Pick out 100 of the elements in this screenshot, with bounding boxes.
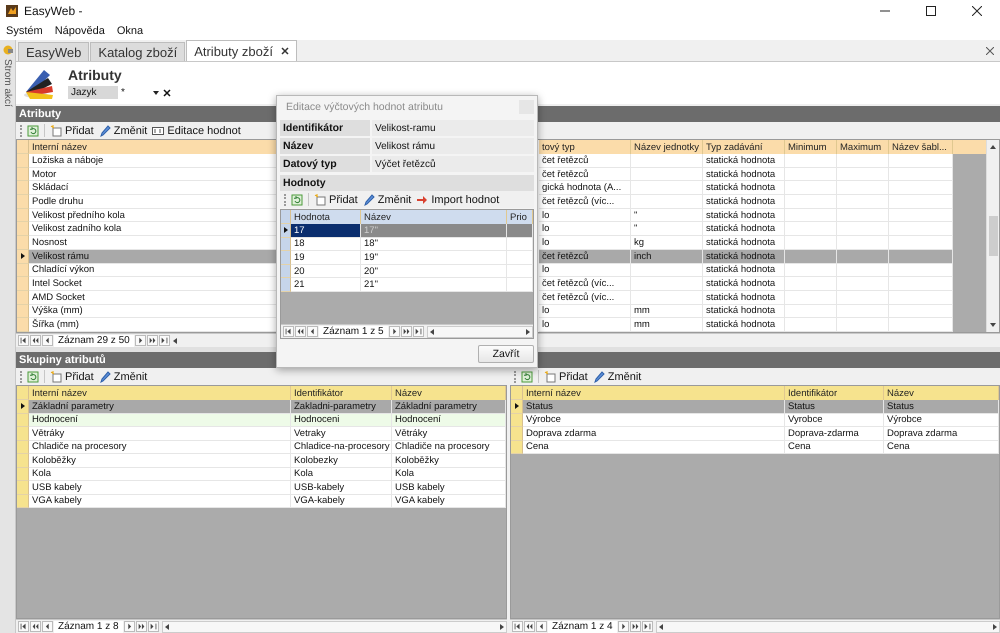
refresh-button[interactable] (291, 194, 303, 206)
toolbar-button[interactable]: Změnit (592, 370, 642, 382)
row-indicator[interactable] (281, 224, 291, 238)
toolbar-button[interactable]: Změnit (362, 194, 412, 206)
next-record-button[interactable] (388, 326, 400, 337)
column-header[interactable]: Identifikátor (785, 386, 884, 400)
column-header[interactable]: Interní název (29, 140, 277, 154)
toolbar-button[interactable]: Změnit (98, 370, 148, 382)
scroll-down-arrow-icon[interactable] (989, 321, 997, 329)
previous-record-button[interactable] (307, 326, 318, 337)
column-header[interactable]: tový typ (539, 140, 631, 154)
previous-page-button[interactable] (30, 335, 41, 346)
scroll-right-arrow-icon[interactable] (524, 328, 532, 336)
dropdown-caret-icon[interactable] (152, 88, 160, 96)
clear-icon[interactable] (163, 88, 171, 96)
toolbar-button[interactable]: Přidat (50, 124, 94, 136)
table-cell: mm (631, 304, 703, 318)
toolbar-button[interactable]: Přidat (50, 370, 94, 382)
toolbar-button[interactable]: Změnit (98, 124, 148, 136)
column-header[interactable]: Interní název (29, 386, 291, 400)
tab[interactable]: Atributy zboží (186, 40, 297, 61)
previous-page-button[interactable] (295, 326, 306, 337)
pencil-icon (362, 194, 375, 206)
table-cell: statická hodnota (703, 208, 785, 222)
table-cell (837, 264, 889, 278)
row-indicator[interactable] (17, 250, 29, 264)
table-cell: Podle druhu (29, 195, 277, 209)
refresh-button[interactable] (27, 370, 39, 382)
next-record-button[interactable] (134, 335, 146, 346)
scroll-right-arrow-icon[interactable] (498, 622, 506, 630)
side-panel-tab[interactable]: Strom akcí (2, 59, 13, 107)
column-header[interactable]: Název jednotky (631, 140, 703, 154)
table-cell (889, 304, 953, 318)
row-indicator[interactable] (17, 400, 29, 414)
column-header[interactable]: Název (361, 210, 507, 224)
previous-record-button[interactable] (536, 621, 547, 632)
last-page-button[interactable] (642, 621, 653, 632)
menu-item[interactable]: Okna (116, 25, 144, 37)
scroll-right-arrow-icon[interactable] (991, 622, 999, 630)
column-header[interactable]: Interní název (523, 386, 785, 400)
refresh-button[interactable] (27, 124, 39, 136)
table-cell: Výška (mm) (29, 304, 277, 318)
close-icon[interactable] (280, 47, 289, 55)
toolbar-button[interactable]: Přidat (314, 194, 358, 206)
previous-record-button[interactable] (42, 335, 53, 346)
column-header[interactable]: Maximum (837, 140, 889, 154)
table-cell: Kola (29, 468, 291, 481)
table-cell (785, 264, 837, 278)
next-record-button[interactable] (618, 621, 629, 632)
first-page-button[interactable] (18, 335, 29, 346)
previous-page-button[interactable] (524, 621, 535, 632)
section-title: Hodnoty (280, 175, 534, 191)
previous-page-button[interactable] (30, 621, 41, 632)
row-indicator[interactable] (511, 400, 523, 414)
scroll-left-arrow-icon[interactable] (656, 622, 665, 630)
next-page-button[interactable] (146, 335, 158, 346)
toolbar-button[interactable]: Editace hodnot (152, 124, 241, 136)
vertical-scrollbar[interactable] (986, 140, 999, 332)
table-cell (785, 277, 837, 291)
scroll-left-arrow-icon[interactable] (428, 328, 436, 336)
table-cell: statická hodnota (703, 290, 785, 305)
column-header[interactable]: Prio (507, 210, 533, 224)
last-page-button[interactable] (412, 326, 424, 337)
next-page-button[interactable] (136, 621, 147, 632)
column-header[interactable]: Název (884, 386, 999, 400)
toolbar-button[interactable]: Přidat (544, 370, 588, 382)
first-page-button[interactable] (283, 326, 294, 337)
first-page-button[interactable] (18, 621, 29, 632)
table-cell: Chladiče na procesory (29, 440, 291, 454)
menu-item[interactable]: Nápověda (54, 25, 105, 37)
refresh-button[interactable] (521, 370, 533, 382)
tab[interactable]: Katalog zboží (90, 42, 186, 61)
column-header[interactable]: Identifikátor (291, 386, 392, 400)
close-dialog-button[interactable]: Zavřít (478, 345, 534, 363)
next-record-button[interactable] (124, 621, 135, 632)
toolbar-button[interactable]: Import hodnot (416, 194, 500, 206)
table-cell: Doprava zdarma (523, 427, 785, 440)
menu-item[interactable]: Systém (6, 25, 43, 37)
last-page-button[interactable] (158, 335, 170, 346)
scroll-left-arrow-icon[interactable] (170, 336, 179, 344)
first-page-button[interactable] (512, 621, 523, 632)
table-cell: čet řetězců (539, 250, 631, 264)
last-page-button[interactable] (148, 621, 159, 632)
close-icon[interactable] (986, 46, 994, 54)
column-header[interactable]: Název šabl... (889, 140, 953, 154)
previous-record-button[interactable] (42, 621, 53, 632)
scrollbar-thumb[interactable] (988, 216, 998, 256)
next-page-button[interactable] (630, 621, 641, 632)
table-cell: statická hodnota (703, 222, 785, 236)
table-cell: lo (539, 222, 631, 236)
table-cell: VGA kabely (29, 494, 291, 508)
next-page-button[interactable] (400, 326, 412, 337)
scroll-left-arrow-icon[interactable] (162, 622, 171, 630)
column-header[interactable]: Název (392, 386, 506, 400)
column-header[interactable]: Hodnota (291, 210, 361, 224)
column-header[interactable]: Typ zadávání (703, 140, 785, 154)
tab[interactable]: EasyWeb (18, 42, 90, 61)
table-cell (889, 236, 953, 250)
column-header[interactable]: Minimum (785, 140, 837, 154)
scroll-up-arrow-icon[interactable] (989, 143, 997, 151)
